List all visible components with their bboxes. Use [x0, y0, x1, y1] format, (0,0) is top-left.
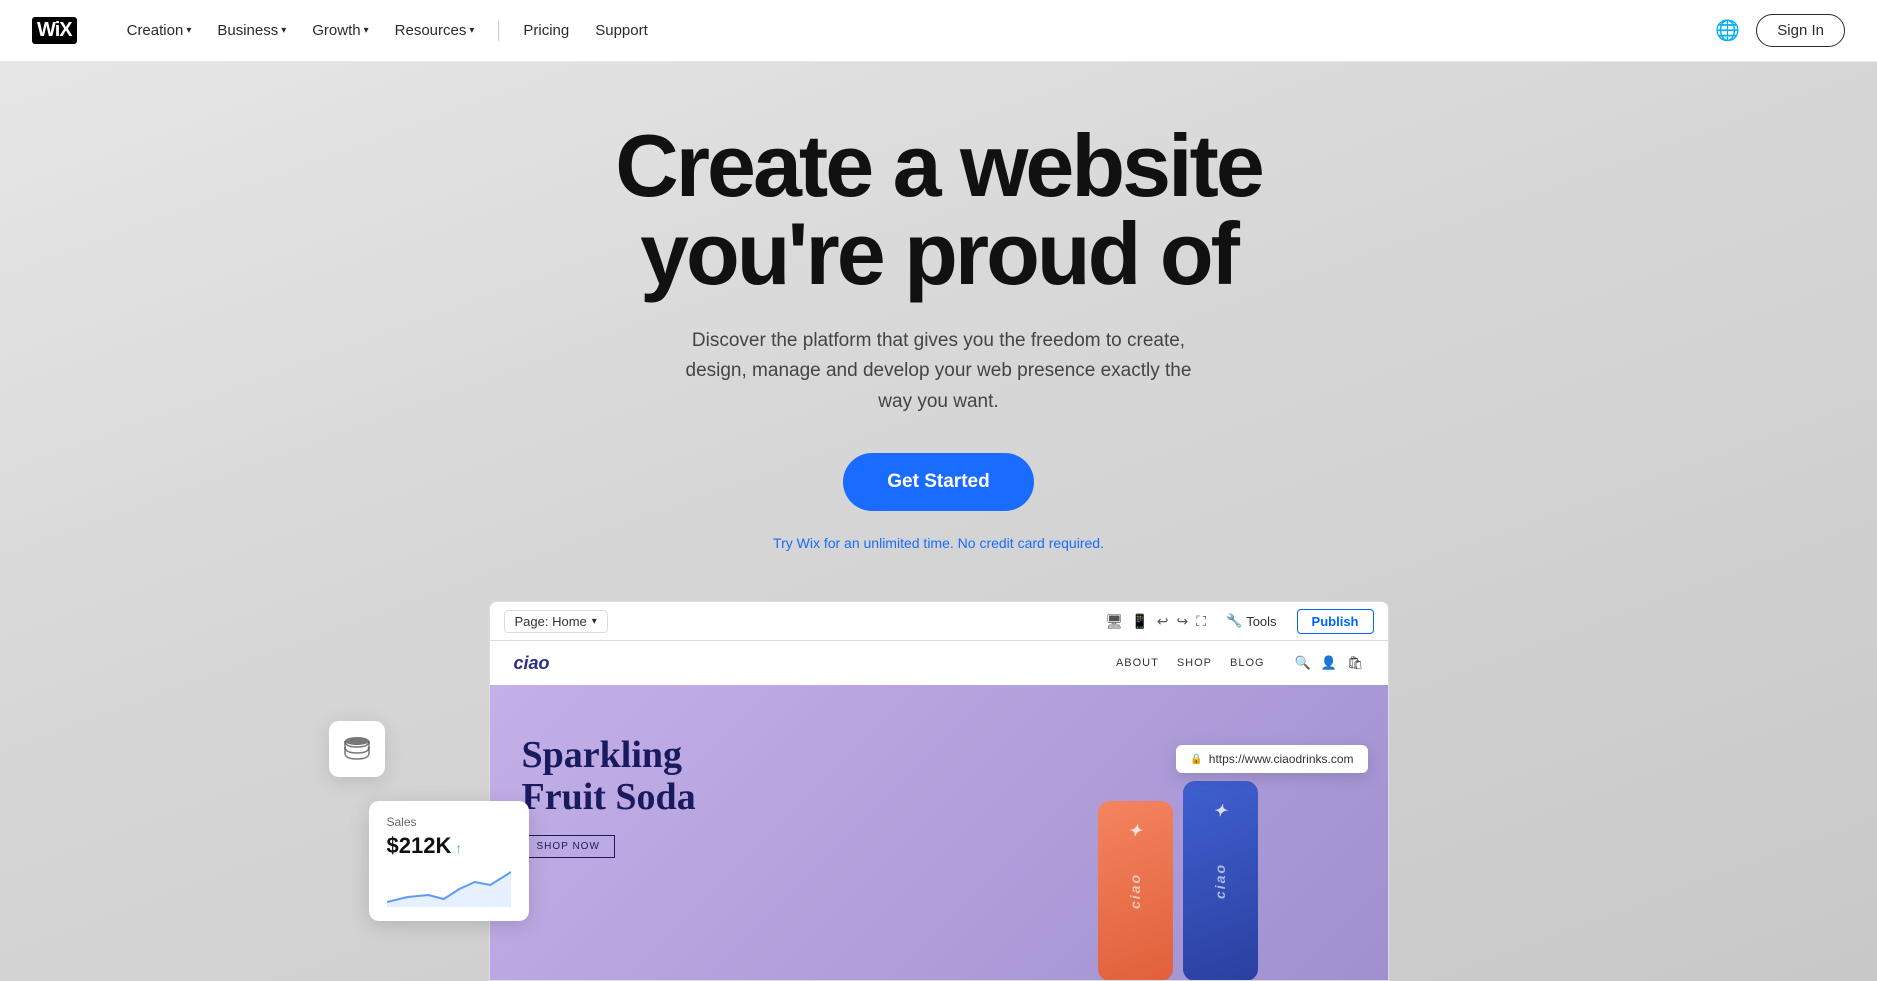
wix-logo[interactable]: WiX [32, 17, 77, 44]
editor-canvas: ciao ABOUT SHOP BLOG 🔍 👤 🛍 [489, 641, 1389, 981]
nav-business[interactable]: Business ▾ [207, 16, 296, 45]
get-started-button[interactable]: Get Started [843, 453, 1033, 511]
can-orange: ✦ ciao [1098, 801, 1173, 980]
hero-subtitle: Discover the platform that gives you the… [678, 326, 1198, 417]
hero-content: Create a website you're proud of Discove… [595, 62, 1282, 591]
nav-resources-label: Resources [395, 22, 467, 39]
hero-section: Create a website you're proud of Discove… [0, 0, 1877, 981]
page-selector-label: Page: Home [515, 614, 587, 629]
nav-creation-label: Creation [127, 22, 184, 39]
signin-button[interactable]: Sign In [1756, 14, 1845, 47]
nav-growth[interactable]: Growth ▾ [302, 16, 378, 45]
tools-button[interactable]: 🔧 Tools [1218, 610, 1285, 632]
editor-toolbar: Page: Home ▾ 🖥 📱 ↩ ↪ ⛶ 🔧 Tools Publish [489, 601, 1389, 641]
cans-area: ✦ ciao ✦ ciao [1008, 685, 1348, 980]
site-nav-shop: SHOP [1177, 657, 1212, 669]
nav-support[interactable]: Support [585, 16, 658, 45]
nav-business-label: Business [217, 22, 278, 39]
nav-creation[interactable]: Creation ▾ [117, 16, 202, 45]
chevron-down-icon: ▾ [469, 25, 474, 36]
url-text: https://www.ciaodrinks.com [1209, 752, 1354, 766]
site-nav-blog: BLOG [1230, 657, 1265, 669]
redo-icon[interactable]: ↪ [1176, 613, 1188, 630]
sales-card: Sales $212K ↑ [369, 801, 529, 921]
cart-icon: 🛍 [1347, 655, 1364, 671]
fullscreen-icon[interactable]: ⛶ [1196, 613, 1206, 630]
url-bar: 🔒 https://www.ciaodrinks.com [1176, 745, 1367, 773]
sales-trend-icon: ↑ [451, 840, 462, 856]
tools-icon: 🔧 [1226, 613, 1242, 629]
sales-amount: $212K ↑ [387, 833, 511, 859]
can-blue: ✦ ciao [1183, 781, 1258, 980]
nav-support-label: Support [595, 22, 648, 39]
site-hero-area: Sparkling Fruit Soda SHOP NOW ✦ ciao ✦ [490, 685, 1388, 980]
site-preview: ciao ABOUT SHOP BLOG 🔍 👤 🛍 [490, 641, 1388, 980]
sales-chart [387, 867, 511, 907]
tools-label: Tools [1246, 614, 1276, 629]
undo-icon[interactable]: ↩ [1157, 613, 1169, 630]
can-orange-label: ciao [1127, 873, 1143, 909]
lock-icon: 🔒 [1190, 754, 1202, 765]
toolbar-icons: 🖥 📱 ↩ ↪ ⛶ [1106, 613, 1207, 630]
chevron-down-icon: ▾ [281, 25, 286, 36]
nav-right: 🌐 Sign In [1715, 14, 1845, 47]
site-nav-icons: 🔍 👤 🛍 [1295, 655, 1364, 671]
chevron-down-icon: ▾ [364, 25, 369, 36]
site-nav-about: ABOUT [1116, 657, 1159, 669]
site-logo: ciao [514, 653, 550, 674]
site-shop-button: SHOP NOW [522, 835, 615, 858]
nav-divider [498, 21, 499, 41]
hero-title-line2: you're proud of [640, 204, 1237, 303]
site-nav-links: ABOUT SHOP BLOG [1116, 657, 1265, 669]
chevron-down-icon: ▾ [186, 25, 191, 36]
page-selector[interactable]: Page: Home ▾ [504, 610, 608, 633]
site-hero-line2: Fruit Soda [522, 776, 696, 818]
site-hero-text: Sparkling Fruit Soda SHOP NOW [522, 735, 696, 858]
database-icon [341, 733, 373, 765]
hero-free-text: Try Wix for an unlimited time. No credit… [615, 535, 1262, 551]
nav-links: Creation ▾ Business ▾ Growth ▾ Resources… [117, 16, 1716, 45]
globe-icon[interactable]: 🌐 [1715, 18, 1740, 43]
wix-logo-mark: WiX [32, 17, 77, 44]
sales-amount-value: $212K [387, 833, 452, 858]
site-navbar: ciao ABOUT SHOP BLOG 🔍 👤 🛍 [490, 641, 1388, 685]
search-icon: 🔍 [1295, 655, 1311, 671]
nav-pricing-label: Pricing [523, 22, 569, 39]
desktop-view-icon[interactable]: 🖥 [1106, 613, 1124, 630]
mobile-view-icon[interactable]: 📱 [1131, 613, 1148, 630]
hero-title: Create a website you're proud of [615, 122, 1262, 298]
navbar: WiX Creation ▾ Business ▾ Growth ▾ Resou… [0, 0, 1877, 62]
can-blue-label: ciao [1212, 863, 1228, 899]
db-icon-card [329, 721, 385, 777]
publish-button[interactable]: Publish [1297, 609, 1374, 634]
page-chevron-icon: ▾ [592, 616, 597, 627]
sales-label: Sales [387, 815, 511, 829]
user-icon: 👤 [1321, 655, 1337, 671]
nav-growth-label: Growth [312, 22, 360, 39]
nav-pricing[interactable]: Pricing [513, 16, 579, 45]
editor-mockup: Sales $212K ↑ Page: Home ▾ 🖥 📱 ↩ [489, 601, 1389, 981]
can-blue-star-icon: ✦ [1213, 801, 1226, 821]
site-hero-line1: Sparkling [522, 734, 683, 776]
can-star-icon: ✦ [1128, 821, 1141, 841]
nav-resources[interactable]: Resources ▾ [385, 16, 485, 45]
hero-title-line1: Create a website [615, 116, 1262, 215]
site-hero-heading: Sparkling Fruit Soda [522, 735, 696, 819]
